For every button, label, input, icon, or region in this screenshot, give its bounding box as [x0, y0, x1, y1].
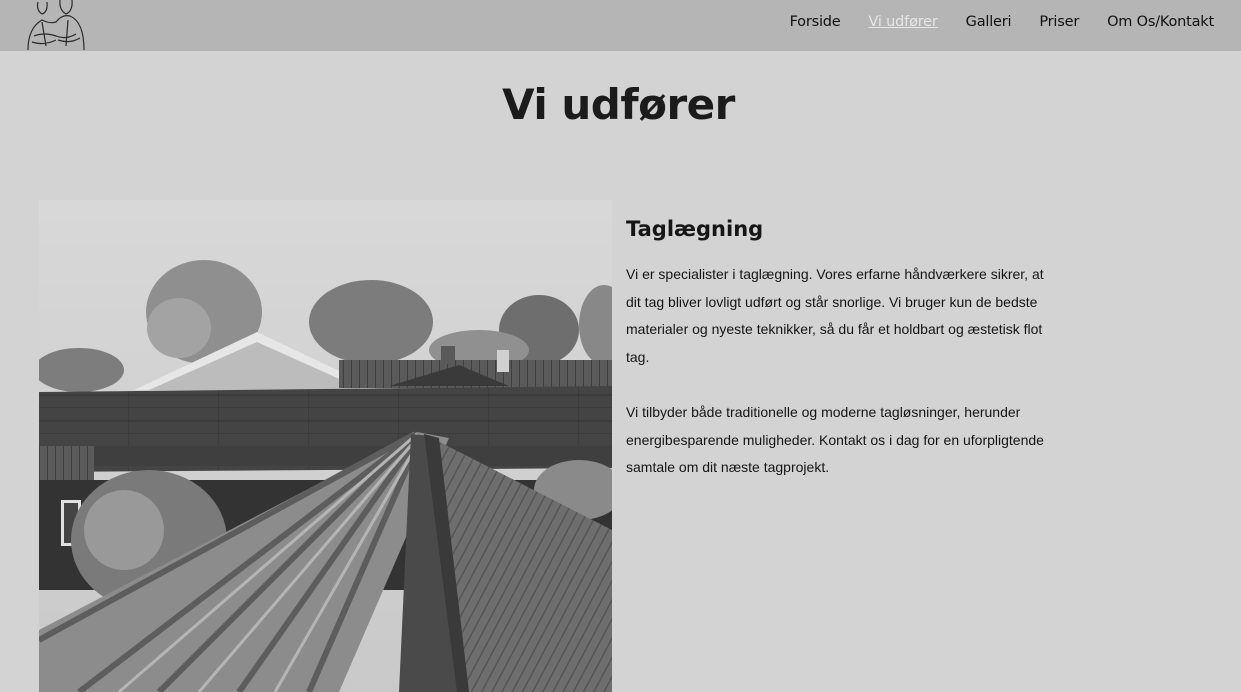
nav-item-priser[interactable]: Priser	[1039, 14, 1079, 30]
service-paragraph-2: Vi tilbyder både traditionelle og modern…	[626, 404, 1044, 476]
logo-two-workers-icon[interactable]	[24, 0, 88, 51]
main-nav: Forside Vi udfører Galleri Priser Om Os/…	[790, 0, 1215, 44]
nav-item-vi-udforer[interactable]: Vi udfører	[869, 14, 938, 30]
section-title-taglaegning: Taglægning	[626, 217, 764, 241]
top-navigation-bar: Forside Vi udfører Galleri Priser Om Os/…	[0, 0, 1241, 51]
service-paragraph-1: Vi er specialister i taglægning. Vores e…	[626, 266, 1044, 365]
nav-item-forside[interactable]: Forside	[790, 14, 841, 30]
nav-item-galleri[interactable]: Galleri	[966, 14, 1012, 30]
page-title: Vi udfører	[502, 80, 735, 129]
roof-construction-photo	[39, 200, 612, 692]
nav-item-om-os-kontakt[interactable]: Om Os/Kontakt	[1107, 14, 1214, 30]
